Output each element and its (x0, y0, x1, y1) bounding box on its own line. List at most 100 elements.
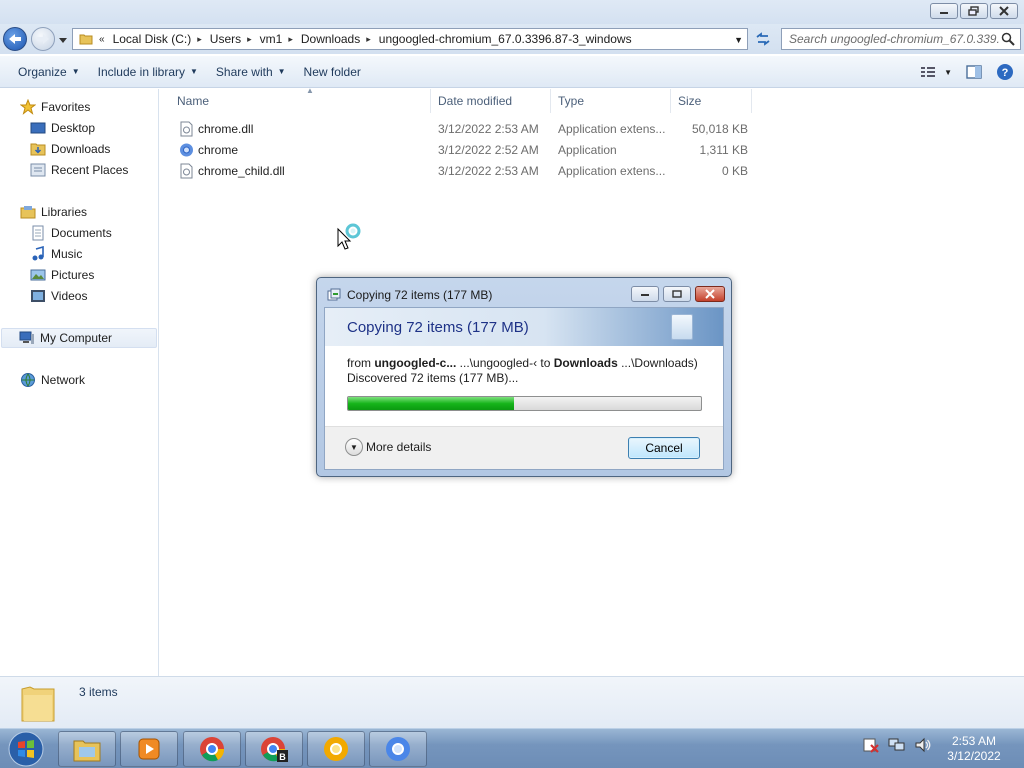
share-with-button[interactable]: Share with ▼ (207, 56, 295, 87)
include-in-library-label: Include in library (97, 64, 185, 79)
chromium-b-icon: B (261, 737, 288, 762)
refresh-button[interactable] (751, 28, 775, 50)
source-folder-link[interactable]: ungoogled-c... (374, 356, 456, 370)
file-date: 3/12/2022 2:52 AM (438, 143, 539, 157)
taskbar-chrome-canary[interactable] (307, 731, 365, 767)
nav-recent-places[interactable]: Recent Places (30, 160, 128, 180)
dll-icon (179, 163, 194, 179)
discovered-status: Discovered 72 items (177 MB)... (347, 371, 519, 385)
dll-icon (179, 121, 194, 137)
taskbar-chromium[interactable] (183, 731, 241, 767)
address-bar[interactable]: « Local Disk (C:) ▸ Users ▸ vm1 ▸ Downlo… (72, 28, 748, 50)
search-input[interactable] (789, 32, 999, 46)
window-caption-buttons (930, 3, 1018, 19)
computer-icon (19, 330, 35, 346)
address-row: « Local Disk (C:) ▸ Users ▸ vm1 ▸ Downlo… (0, 24, 1024, 54)
crumb-separator[interactable]: ▸ (366, 34, 371, 45)
help-icon: ? (997, 64, 1013, 80)
dialog-banner: Copying 72 items (177 MB) (325, 308, 723, 346)
crumb-local-disk[interactable]: Local Disk (C:) (113, 32, 192, 46)
cancel-button[interactable]: Cancel (628, 437, 700, 459)
action-center-icon[interactable] (862, 737, 880, 753)
crumb-separator[interactable]: ▸ (288, 34, 293, 45)
nav-favorites-label: Favorites (41, 100, 91, 114)
column-header-date[interactable]: Date modified (430, 89, 551, 113)
column-header-name[interactable]: Name ▲ (169, 86, 431, 113)
organize-button[interactable]: Organize ▼ (9, 56, 89, 87)
file-row[interactable]: chrome_child.dll 3/12/2022 2:53 AM Appli… (176, 161, 756, 182)
crumb-current-folder[interactable]: ungoogled-chromium_67.0.3396.87-3_window… (379, 32, 632, 46)
crumb-users[interactable]: Users (210, 32, 241, 46)
clock-date: 3/12/2022 (947, 749, 1001, 763)
crumb-separator[interactable]: ▸ (247, 34, 252, 45)
back-button[interactable] (3, 27, 27, 51)
chromium-icon (200, 737, 225, 762)
nav-libraries[interactable]: Libraries (20, 202, 87, 222)
search-icon[interactable] (1001, 32, 1015, 49)
crumb-vm1[interactable]: vm1 (260, 32, 283, 46)
dialog-close-button[interactable] (695, 286, 725, 302)
file-row[interactable]: chrome 3/12/2022 2:52 AM Application 1,3… (176, 140, 756, 161)
more-details-toggle[interactable]: ▼ More details (345, 438, 431, 456)
navigation-pane: Favorites Desktop Downloads Recent Place… (0, 89, 159, 676)
from-prefix: from (347, 356, 375, 370)
crumb-downloads[interactable]: Downloads (301, 32, 360, 46)
address-dropdown-icon[interactable]: ▼ (734, 35, 743, 45)
media-player-icon (138, 738, 160, 760)
address-overflow[interactable]: « (99, 34, 105, 45)
network-tray-icon[interactable] (888, 737, 906, 753)
taskbar-chromium-b[interactable]: B (245, 731, 303, 767)
nav-documents[interactable]: Documents (30, 223, 112, 243)
column-name-label: Name (177, 94, 210, 108)
file-date: 3/12/2022 2:53 AM (438, 164, 539, 178)
nav-my-computer[interactable]: My Computer (1, 328, 157, 348)
change-view-button[interactable]: ▼ (920, 66, 952, 78)
column-header-type[interactable]: Type (550, 89, 671, 113)
forward-button[interactable] (31, 27, 55, 51)
destination-folder-link[interactable]: Downloads (554, 356, 618, 370)
system-clock[interactable]: 2:53 AM 3/12/2022 (942, 734, 1006, 764)
nav-music-label: Music (51, 247, 83, 261)
taskbar-chromium-blue[interactable] (369, 731, 427, 767)
minimize-button[interactable] (930, 3, 958, 19)
dialog-caption-buttons (631, 286, 725, 302)
file-row[interactable]: chrome.dll 3/12/2022 2:53 AM Application… (176, 119, 756, 140)
file-type: Application (558, 143, 617, 157)
column-header-size[interactable]: Size (670, 89, 752, 113)
star-icon (20, 99, 36, 115)
start-button[interactable] (4, 730, 48, 768)
windows-logo-icon (8, 731, 44, 767)
nav-downloads[interactable]: Downloads (30, 139, 110, 159)
new-folder-button[interactable]: New folder (295, 56, 370, 87)
folder-icon (79, 32, 93, 46)
system-tray (862, 737, 932, 753)
chevron-down-icon (59, 38, 67, 43)
taskbar-explorer[interactable] (58, 731, 116, 767)
crumb-separator[interactable]: ▸ (197, 34, 202, 45)
chrome-canary-icon (324, 737, 348, 761)
restore-button[interactable] (960, 3, 988, 19)
nav-videos[interactable]: Videos (30, 286, 87, 306)
dialog-maximize-button[interactable] (663, 286, 691, 302)
share-with-label: Share with (215, 64, 273, 79)
search-box[interactable] (781, 28, 1021, 50)
taskbar: B 2:53 AM 3/12/2022 (0, 728, 1024, 768)
close-button[interactable] (990, 3, 1018, 19)
copy-source-destination: from ungoogled-c... ...\ungoogled-‹ to D… (347, 356, 698, 370)
libraries-icon (20, 204, 36, 220)
preview-pane-button[interactable] (966, 65, 982, 79)
file-size: 50,018 KB (691, 122, 748, 136)
volume-icon[interactable] (914, 737, 932, 753)
dialog-minimize-button[interactable] (631, 286, 659, 302)
nav-music[interactable]: Music (30, 244, 82, 264)
taskbar-media-player[interactable] (120, 731, 178, 767)
nav-favorites[interactable]: Favorites (20, 97, 90, 117)
nav-pictures[interactable]: Pictures (30, 265, 94, 285)
nav-network[interactable]: Network (20, 370, 85, 390)
help-button[interactable]: ? (996, 63, 1014, 81)
minimize-icon (641, 294, 649, 296)
source-path: ...\ungoogled-‹ to (456, 356, 554, 370)
include-in-library-button[interactable]: Include in library ▼ (89, 56, 207, 87)
recent-pages-dropdown[interactable] (58, 34, 68, 44)
nav-desktop[interactable]: Desktop (30, 118, 95, 138)
